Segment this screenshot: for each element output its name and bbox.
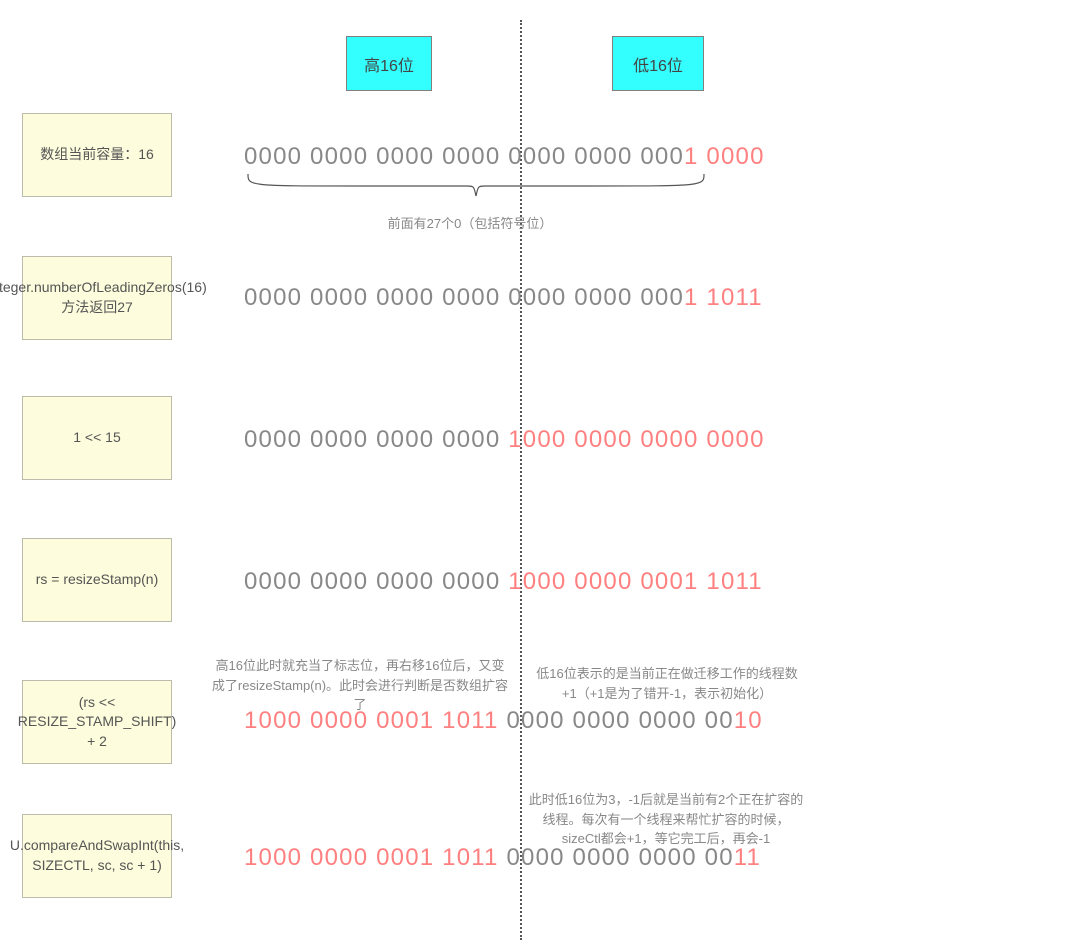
binary-row6: 1000 0000 0001 1011 0000 0000 0000 0011 (244, 844, 761, 872)
binary-row2-right-red: 1 1011 (684, 284, 763, 311)
label-row1: 数组当前容量：16 (22, 113, 172, 197)
binary-row1-right-red: 1 0000 (684, 143, 765, 170)
note-row5-left-text: 高16位此时就充当了标志位，再右移16位后，又变成了resizeStamp(n)… (212, 658, 508, 712)
brace-note-text: 前面有27个0（包括符号位） (388, 216, 553, 231)
header-low16-label: 低16位 (633, 52, 683, 76)
label-row6: U.compareAndSwapInt(this, SIZECTL, sc, s… (22, 814, 172, 898)
binary-row2-left: 0000 0000 0000 0000 (244, 284, 500, 311)
binary-row5-right-red: 10 (734, 707, 763, 734)
label-row4: rs = resizeStamp(n) (22, 538, 172, 622)
label-row2-text: Integer.numberOfLeadingZeros(16)方法返回27 (0, 278, 207, 317)
brace-27zeros (244, 174, 708, 204)
note-row5-right: 低16位表示的是当前正在做迁移工作的线程数+1（+1是为了错开-1，表示初始化） (532, 664, 802, 703)
label-row3: 1 << 15 (22, 396, 172, 480)
header-high16: 高16位 (346, 36, 432, 91)
binary-row5: 1000 0000 0001 1011 0000 0000 0000 0010 (244, 707, 763, 735)
binary-row4-left: 0000 0000 0000 0000 (244, 568, 500, 595)
binary-row2: 0000 0000 0000 0000 0000 0000 0001 1011 (244, 284, 763, 312)
label-row5: (rs << RESIZE_STAMP_SHIFT) + 2 (22, 680, 172, 764)
label-row6-text: U.compareAndSwapInt(this, SIZECTL, sc, s… (10, 836, 184, 875)
binary-row2-right-black: 0000 0000 000 (508, 284, 684, 311)
binary-row1: 0000 0000 0000 0000 0000 0000 0001 0000 (244, 143, 765, 171)
note-row5-left: 高16位此时就充当了标志位，再右移16位后，又变成了resizeStamp(n)… (210, 656, 510, 715)
binary-row1-right-black: 0000 0000 000 (508, 143, 684, 170)
label-row5-text: (rs << RESIZE_STAMP_SHIFT) + 2 (18, 693, 176, 752)
binary-row5-left-red: 1000 0000 0001 1011 (244, 707, 499, 734)
binary-row4-right-red: 1000 0000 0001 1011 (508, 568, 763, 595)
label-row3-text: 1 << 15 (73, 428, 121, 448)
note-row6-right-text: 此时低16位为3，-1后就是当前有2个正在扩容的线程。每次有一个线程来帮忙扩容的… (529, 792, 803, 846)
header-low16: 低16位 (612, 36, 704, 91)
binary-row1-left: 0000 0000 0000 0000 (244, 143, 500, 170)
label-row2: Integer.numberOfLeadingZeros(16)方法返回27 (22, 256, 172, 340)
binary-row6-left-red: 1000 0000 0001 1011 (244, 844, 499, 871)
label-row4-text: rs = resizeStamp(n) (36, 570, 159, 590)
binary-row4: 0000 0000 0000 0000 1000 0000 0001 1011 (244, 568, 763, 596)
binary-row3: 0000 0000 0000 0000 1000 0000 0000 0000 (244, 426, 765, 454)
header-high16-label: 高16位 (364, 52, 414, 76)
binary-row5-right-black: 0000 0000 0000 00 (506, 707, 733, 734)
binary-row6-right-red: 11 (734, 844, 761, 871)
binary-row3-right-red: 1000 0000 0000 0000 (508, 426, 764, 453)
note-row6-right: 此时低16位为3，-1后就是当前有2个正在扩容的线程。每次有一个线程来帮忙扩容的… (524, 790, 808, 849)
brace-note: 前面有27个0（包括符号位） (300, 214, 640, 234)
label-row1-text: 数组当前容量：16 (40, 145, 154, 165)
binary-row6-right-black: 0000 0000 0000 00 (506, 844, 733, 871)
note-row5-right-text: 低16位表示的是当前正在做迁移工作的线程数+1（+1是为了错开-1，表示初始化） (536, 666, 797, 701)
binary-row3-left: 0000 0000 0000 0000 (244, 426, 500, 453)
